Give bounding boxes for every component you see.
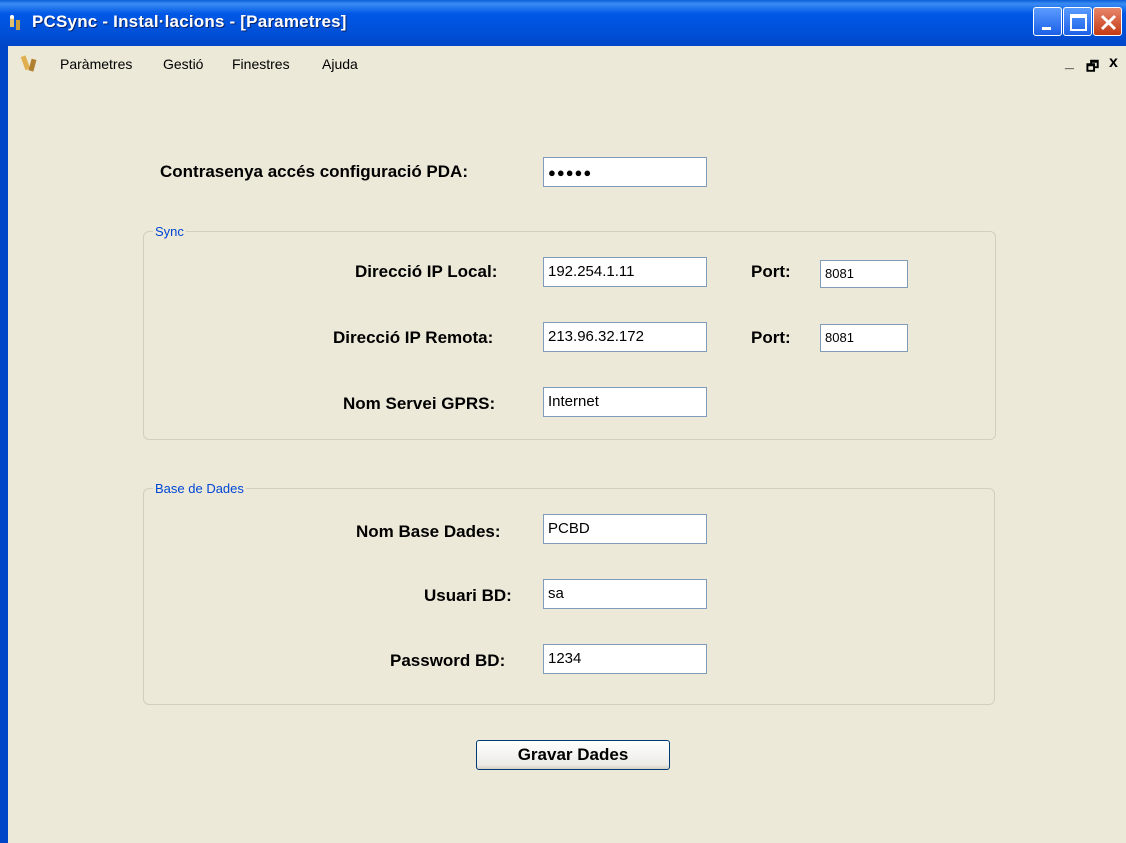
mdi-restore-button[interactable]: 🗗 xyxy=(1086,56,1099,80)
local-port-field[interactable]: 8081 xyxy=(820,260,908,288)
db-user-field[interactable]: sa xyxy=(543,579,707,609)
window-border xyxy=(0,46,8,843)
remote-port-field[interactable]: 8081 xyxy=(820,324,908,352)
minimize-button[interactable] xyxy=(1033,7,1062,36)
remote-ip-field[interactable]: 213.96.32.172 xyxy=(543,322,707,352)
db-user-label: Usuari BD: xyxy=(424,586,512,605)
minimize-icon xyxy=(1042,27,1051,30)
save-button[interactable]: Gravar Dades xyxy=(476,740,670,770)
maximize-icon xyxy=(1070,14,1087,31)
pda-password-field[interactable]: ●●●●● xyxy=(543,157,707,187)
db-password-label: Password BD: xyxy=(390,651,506,670)
menu-item-gestio[interactable]: Gestió xyxy=(163,56,203,72)
local-ip-field[interactable]: 192.254.1.11 xyxy=(543,257,707,287)
gprs-field[interactable]: Internet xyxy=(543,387,707,417)
close-button[interactable] xyxy=(1093,7,1122,36)
local-ip-label: Direcció IP Local: xyxy=(355,262,498,281)
sync-group-legend: Sync xyxy=(153,224,186,239)
menu-item-ajuda[interactable]: Ajuda xyxy=(322,56,358,72)
menu-bar: Paràmetres Gestió Finestres Ajuda _ 🗗 x xyxy=(0,46,1126,82)
local-port-label: Port: xyxy=(751,262,791,281)
app-icon xyxy=(10,15,20,30)
close-icon xyxy=(1100,14,1117,31)
maximize-button[interactable] xyxy=(1063,7,1092,36)
mdi-close-button[interactable]: x xyxy=(1109,54,1118,72)
menu-item-finestres[interactable]: Finestres xyxy=(232,56,290,72)
pda-password-label: Contrasenya accés configuració PDA: xyxy=(160,162,468,181)
db-name-field[interactable]: PCBD xyxy=(543,514,707,544)
db-name-label: Nom Base Dades: xyxy=(356,522,501,541)
mdi-child-icon[interactable] xyxy=(20,54,40,74)
remote-port-label: Port: xyxy=(751,328,791,347)
menu-item-parametres[interactable]: Paràmetres xyxy=(60,56,132,72)
remote-ip-label: Direcció IP Remota: xyxy=(333,328,494,347)
gprs-label: Nom Servei GPRS: xyxy=(343,394,496,413)
title-bar[interactable]: PCSync - Instal·lacions - [Parametres] xyxy=(0,0,1126,46)
db-password-field[interactable]: 1234 xyxy=(543,644,707,674)
database-group-legend: Base de Dades xyxy=(153,481,246,496)
mdi-minimize-button[interactable]: _ xyxy=(1065,54,1074,72)
window-title: PCSync - Instal·lacions - [Parametres] xyxy=(32,12,347,31)
